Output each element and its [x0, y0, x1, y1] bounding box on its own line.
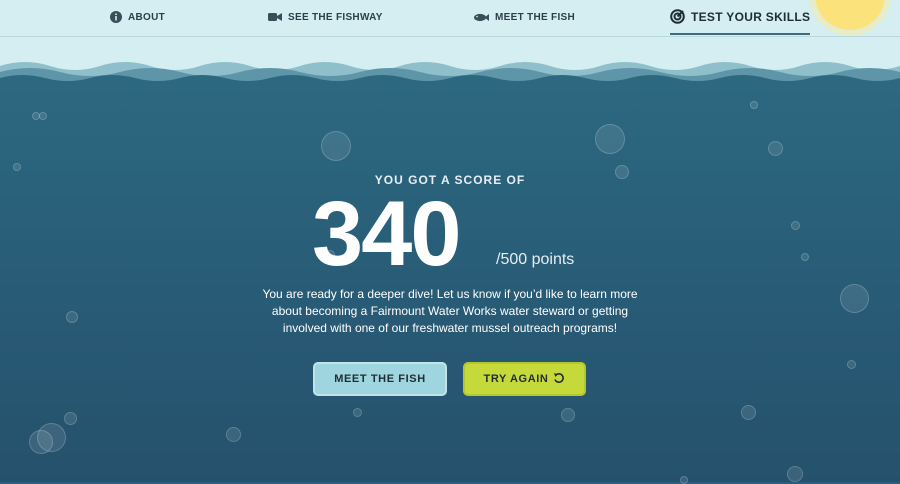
meet-the-fish-label: MEET THE FISH	[334, 373, 426, 385]
nav-fishway-label: SEE THE FISHWAY	[288, 11, 383, 23]
result-message: You are ready for a deeper dive! Let us …	[262, 287, 638, 335]
top-navigation: ABOUT SEE THE FISHWAY MEET THE FISH TEST…	[0, 0, 900, 37]
score-total: /500 points	[496, 251, 575, 268]
retry-icon	[553, 372, 565, 387]
nav-skills-label: TEST YOUR SKILLS	[691, 9, 811, 24]
score-results: YOU GOT A SCORE OF 340 /500 points You a…	[0, 0, 900, 482]
info-icon	[110, 11, 122, 23]
meet-the-fish-button[interactable]: MEET THE FISH	[313, 362, 447, 396]
try-again-label: TRY AGAIN	[483, 373, 549, 385]
video-camera-icon	[268, 12, 282, 22]
target-icon	[670, 9, 685, 24]
nav-meet-the-fish[interactable]: MEET THE FISH	[474, 0, 575, 34]
nav-test-your-skills[interactable]: TEST YOUR SKILLS	[670, 0, 811, 35]
nav-about-label: ABOUT	[128, 11, 166, 23]
nav-about[interactable]: ABOUT	[110, 0, 165, 34]
score-value: 340	[312, 183, 461, 285]
try-again-button[interactable]: TRY AGAIN	[463, 362, 586, 396]
fish-icon	[474, 13, 489, 22]
nav-see-the-fishway[interactable]: SEE THE FISHWAY	[268, 0, 383, 34]
nav-fish-label: MEET THE FISH	[495, 11, 576, 23]
